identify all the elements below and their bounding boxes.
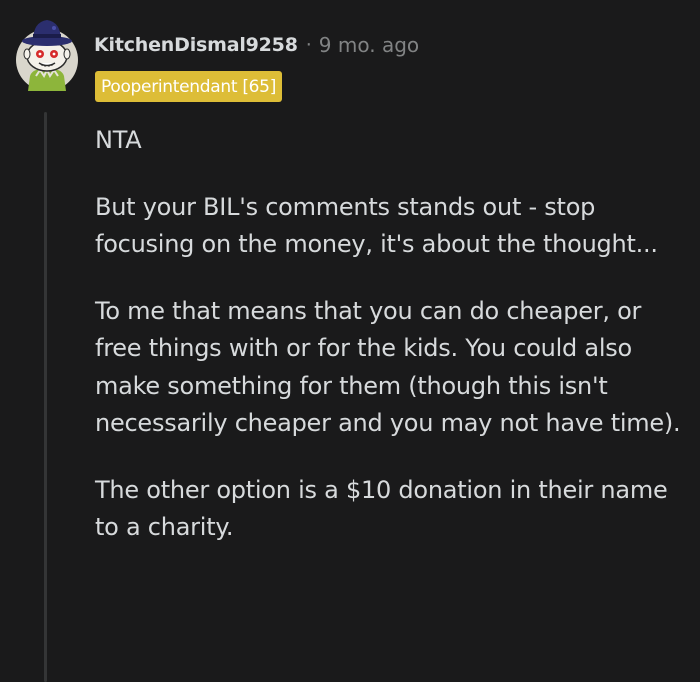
comment: KitchenDismal9258 · 9 mo. ago Pooperinte…	[0, 0, 700, 682]
user-flair: Pooperintendant [65]	[95, 71, 283, 102]
comment-paragraph: The other option is a $10 donation in th…	[95, 475, 668, 542]
meta-separator: ·	[305, 34, 312, 56]
thread-collapse-line[interactable]	[44, 112, 47, 682]
comment-paragraph: But your BIL's comments stands out - sto…	[95, 192, 658, 259]
comment-meta: KitchenDismal9258 · 9 mo. ago	[94, 30, 419, 60]
comment-timestamp[interactable]: 9 mo. ago	[319, 33, 419, 57]
comment-paragraph: NTA	[95, 126, 142, 154]
comment-body: NTA But your BIL's comments stands out -…	[95, 122, 687, 576]
snoo-avatar-top-hat-icon	[16, 20, 78, 91]
user-avatar[interactable]	[14, 14, 80, 98]
user-flair-text: Pooperintendant [65]	[101, 76, 277, 97]
username-link[interactable]: KitchenDismal9258	[94, 34, 298, 56]
comment-paragraph: To me that means that you can do cheaper…	[95, 296, 681, 438]
